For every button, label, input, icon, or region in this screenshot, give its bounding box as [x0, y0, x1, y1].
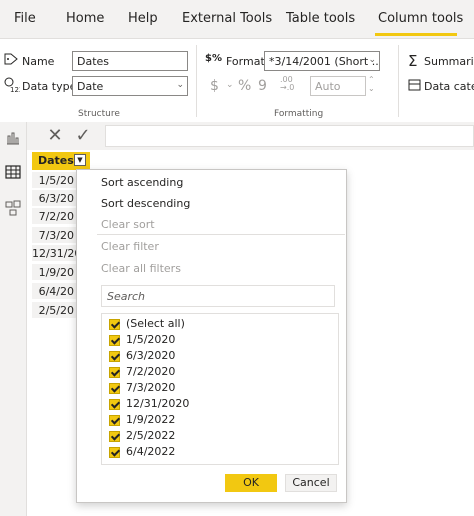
format-value: *3/14/2001 (Short ...: [269, 55, 380, 68]
stepper-icon[interactable]: ⌃ ⌄: [368, 75, 375, 93]
model-view-icon[interactable]: [5, 200, 21, 216]
close-icon[interactable]: ✕: [43, 126, 67, 146]
report-view-icon[interactable]: [5, 130, 21, 146]
checkbox-checked-icon[interactable]: [109, 318, 120, 330]
list-item-label: 7/2/2020: [126, 365, 176, 378]
checkbox-checked-icon[interactable]: [109, 398, 120, 410]
checkmark-icon[interactable]: ✓: [71, 126, 95, 146]
datatype-label: Data type: [22, 80, 77, 93]
checkbox-checked-icon[interactable]: [109, 350, 120, 362]
menu-external-tools[interactable]: External Tools: [182, 11, 272, 26]
filter-dropdown-icon[interactable]: ▼: [74, 154, 86, 166]
list-item[interactable]: 7/2/2020: [109, 365, 175, 381]
table-cell[interactable]: 6/4/20: [32, 283, 76, 300]
format-label: Format: [226, 55, 265, 68]
list-item-label: 1/9/2022: [126, 413, 176, 426]
structure-group-label: Structure: [78, 109, 120, 119]
svg-text:123: 123: [10, 86, 20, 93]
list-item[interactable]: (Select all): [109, 317, 185, 333]
table-cell[interactable]: 1/9/20: [32, 264, 76, 281]
formula-input[interactable]: [105, 125, 474, 147]
datatype-value: Date: [77, 80, 104, 93]
clear-sort[interactable]: Clear sort: [101, 218, 155, 231]
list-item-label: (Select all): [126, 317, 185, 330]
datatype-select[interactable]: Date ⌄: [72, 76, 188, 96]
menu-home[interactable]: Home: [66, 11, 104, 26]
list-item[interactable]: 1/9/2022: [109, 413, 175, 429]
name-input[interactable]: Dates: [72, 51, 188, 71]
data-category-icon: [408, 79, 421, 91]
ribbon-divider: [398, 45, 399, 117]
comma-icon[interactable]: 9: [258, 78, 267, 94]
menu-bar: File Home Help External Tools Table tool…: [0, 0, 474, 38]
auto-input[interactable]: Auto: [310, 76, 366, 96]
checkbox-checked-icon[interactable]: [109, 366, 120, 378]
menu-table-tools[interactable]: Table tools: [286, 11, 355, 26]
list-item[interactable]: 1/5/2020: [109, 333, 175, 349]
data-view-icon[interactable]: [5, 164, 21, 180]
menu-file[interactable]: File: [14, 11, 36, 26]
checkbox-checked-icon[interactable]: [109, 334, 120, 346]
currency-icon[interactable]: $: [210, 78, 219, 94]
chevron-down-icon: ⌄: [368, 55, 376, 65]
list-item-label: 1/5/2020: [126, 333, 176, 346]
checkbox-checked-icon[interactable]: [109, 446, 120, 458]
formula-bar: ✕ ✓: [27, 122, 474, 150]
percent-icon[interactable]: %: [238, 78, 251, 94]
table-cell[interactable]: 2/5/20: [32, 302, 76, 319]
filter-value-list: (Select all) 1/5/2020 6/3/2020 7/2/2020 …: [101, 313, 339, 465]
ok-button[interactable]: OK: [225, 474, 277, 492]
clear-filter[interactable]: Clear filter: [101, 240, 159, 253]
divider: [97, 234, 345, 235]
list-item[interactable]: 2/5/2022: [109, 429, 175, 445]
tag-icon: [4, 53, 18, 65]
active-tab-indicator: [375, 33, 457, 36]
summarize-icon: Σ: [408, 52, 418, 70]
table-cell[interactable]: 1/5/20: [32, 172, 76, 189]
ribbon-divider: [196, 45, 197, 117]
clear-all-filters[interactable]: Clear all filters: [101, 262, 181, 275]
summarize-label[interactable]: Summariz: [424, 55, 474, 68]
cancel-button[interactable]: Cancel: [285, 474, 337, 492]
datacategory-label[interactable]: Data categ: [424, 80, 474, 93]
ribbon: Name Dates 123 Data type Date ⌄ Structur…: [0, 38, 474, 124]
format-icon: $%: [205, 53, 222, 64]
sort-descending[interactable]: Sort descending: [101, 197, 190, 210]
sort-ascending[interactable]: Sort ascending: [101, 176, 183, 189]
menu-help[interactable]: Help: [128, 11, 158, 26]
table-cell[interactable]: 6/3/20: [32, 190, 76, 207]
list-item[interactable]: 6/3/2020: [109, 349, 175, 365]
list-item-label: 6/4/2022: [126, 445, 176, 458]
view-sidebar: [0, 122, 27, 516]
formatting-group-label: Formatting: [274, 109, 324, 119]
table-cell[interactable]: 12/31/20: [32, 245, 81, 262]
list-item-label: 12/31/2020: [126, 397, 190, 410]
checkbox-checked-icon[interactable]: [109, 382, 120, 394]
list-item[interactable]: 7/3/2020: [109, 381, 175, 397]
list-item-label: 2/5/2022: [126, 429, 176, 442]
checkbox-checked-icon[interactable]: [109, 414, 120, 426]
search-input[interactable]: Search: [101, 285, 335, 307]
chevron-down-icon: ⌄: [176, 80, 184, 90]
list-item[interactable]: 6/4/2022: [109, 445, 175, 461]
table-cell[interactable]: 7/3/20: [32, 227, 76, 244]
column-header-label: Dates: [38, 154, 74, 167]
table-cell[interactable]: 7/2/20: [32, 208, 76, 225]
chevron-down-icon: ⌄: [226, 80, 234, 90]
checkbox-checked-icon[interactable]: [109, 430, 120, 442]
data-type-icon: 123: [4, 77, 20, 93]
decimal-icon[interactable]: .00 →.0: [280, 76, 294, 92]
list-item-label: 7/3/2020: [126, 381, 176, 394]
menu-column-tools[interactable]: Column tools: [378, 11, 463, 26]
format-select[interactable]: *3/14/2001 (Short ... ⌄: [264, 51, 380, 71]
column-header-dates[interactable]: Dates ▼: [32, 152, 90, 170]
list-item-label: 6/3/2020: [126, 349, 176, 362]
filter-dropdown: Sort ascending Sort descending Clear sor…: [76, 169, 347, 503]
name-label: Name: [22, 55, 55, 68]
list-item[interactable]: 12/31/2020: [109, 397, 189, 413]
